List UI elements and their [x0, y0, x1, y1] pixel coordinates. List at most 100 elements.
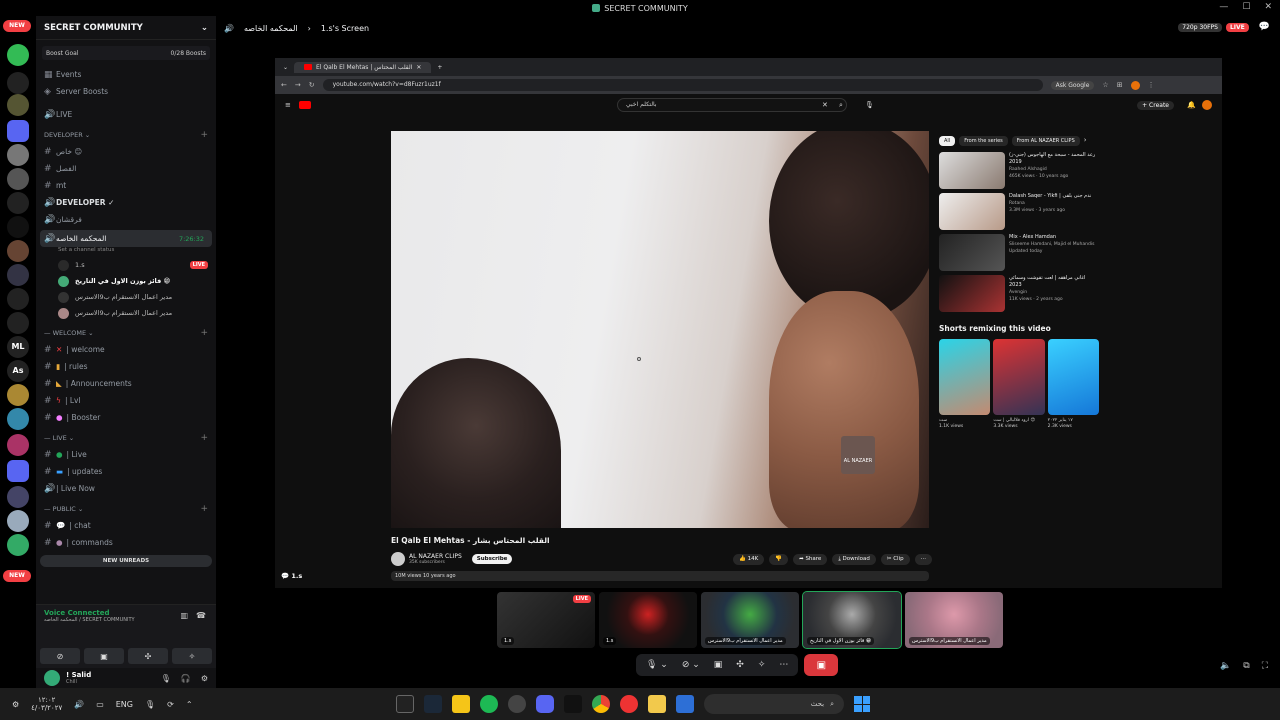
- clip-button[interactable]: ✂ Clip: [880, 554, 910, 565]
- hamburger-icon[interactable]: ≡: [285, 101, 291, 109]
- server-icon[interactable]: [7, 534, 29, 556]
- file-explorer-icon[interactable]: [648, 695, 666, 713]
- server-icon[interactable]: [7, 168, 29, 190]
- more-options-icon[interactable]: ⋯: [779, 660, 788, 670]
- chrome-icon[interactable]: [592, 695, 610, 713]
- sidebar-item-server-boosts[interactable]: ◈ Server Boosts: [36, 83, 216, 100]
- participant-tile[interactable]: فائز بوزن الاول في التاريخ 😁: [802, 591, 902, 649]
- add-channel-icon[interactable]: +: [200, 130, 208, 140]
- server-icon[interactable]: [7, 460, 29, 482]
- gear-icon[interactable]: ⚙: [201, 674, 208, 683]
- voice-channel-developer[interactable]: 🔊 DEVELOPER ✓: [36, 194, 216, 211]
- server-icon[interactable]: [7, 216, 29, 238]
- channel-item[interactable]: # ▮ | rules: [36, 358, 216, 375]
- new-unreads-button[interactable]: NEW UNREADS: [40, 555, 212, 567]
- chevron-right-icon[interactable]: ›: [1084, 136, 1087, 146]
- browser-tab[interactable]: El Qalb El Mehtas | القلب المحتاس ✕: [294, 61, 432, 73]
- server-icon[interactable]: [7, 510, 29, 532]
- channel-item[interactable]: # الفصل: [36, 160, 216, 177]
- volume-icon[interactable]: 🔊: [74, 700, 84, 709]
- share-screen-button[interactable]: ▣: [84, 648, 124, 664]
- server-icon[interactable]: [7, 240, 29, 262]
- participant-tile[interactable]: مدير اعمال الانستقرام ب9الاسترس: [905, 592, 1003, 648]
- forward-icon[interactable]: →: [295, 81, 301, 89]
- channel-avatar[interactable]: [391, 552, 405, 566]
- subscribe-button[interactable]: Subscribe: [471, 554, 513, 564]
- channel-item[interactable]: # خاص 😊: [36, 143, 216, 160]
- address-bar[interactable]: youtube.com/watch?v=d8Fuzr1uz1f: [322, 79, 1043, 91]
- camera-off-icon[interactable]: ⊘ ⌄: [682, 660, 700, 670]
- microphone-icon[interactable]: 🎙: [145, 700, 155, 709]
- bookmark-icon[interactable]: ☆: [1102, 81, 1108, 89]
- signal-icon[interactable]: ▥: [180, 611, 188, 620]
- voice-channel-live[interactable]: 🔊 LIVE: [36, 106, 216, 123]
- popout-icon[interactable]: ⧉: [1243, 661, 1249, 671]
- server-header[interactable]: SECRET COMMUNITY ⌄: [36, 16, 216, 40]
- channel-item[interactable]: # ● | commands: [36, 534, 216, 551]
- activities-icon[interactable]: ✣: [736, 660, 744, 670]
- short-thumbnail[interactable]: [1047, 339, 1099, 415]
- taskbar-search[interactable]: بحث ⌕: [704, 694, 844, 714]
- create-button[interactable]: + Create: [1137, 100, 1174, 110]
- leave-stream-button[interactable]: ▣: [804, 654, 839, 676]
- username[interactable]: ! Salid: [66, 671, 91, 679]
- server-icon[interactable]: [7, 384, 29, 406]
- recommendation-item[interactable]: اغاني مراهقه | لعت تقوشت وسمائي 2023 Aven…: [939, 275, 1099, 316]
- soundboard-icon[interactable]: ✧: [758, 660, 766, 670]
- more-actions-button[interactable]: ⋯: [914, 554, 933, 565]
- obs-icon[interactable]: [508, 695, 526, 713]
- back-icon[interactable]: ←: [281, 81, 287, 89]
- fullscreen-icon[interactable]: ⛶: [1262, 661, 1268, 671]
- volume-icon[interactable]: 🔈: [1220, 661, 1231, 671]
- chat-icon[interactable]: 💬: [1259, 22, 1270, 32]
- server-icon-ml[interactable]: ML: [7, 336, 29, 358]
- clear-search-icon[interactable]: ✕: [822, 101, 828, 109]
- server-icon[interactable]: [7, 486, 29, 508]
- voice-user[interactable]: مدير اعمال الانستقرام ب9الاسترس: [36, 289, 216, 305]
- app-icon[interactable]: [676, 695, 694, 713]
- new-tab-icon[interactable]: +: [437, 64, 442, 71]
- clock[interactable]: ١٢:٠٢ ٤/٠٣/٢٠٢٧: [31, 696, 62, 712]
- youtube-logo[interactable]: [298, 101, 311, 109]
- youtube-search-input[interactable]: بالتكلم اخبي: [617, 98, 847, 112]
- activities-button[interactable]: ✣: [128, 648, 168, 664]
- app-icon[interactable]: [564, 695, 582, 713]
- headphones-icon[interactable]: 🎧: [181, 674, 191, 683]
- share-button[interactable]: ➦ Share: [793, 554, 828, 565]
- channel-item[interactable]: # ◣ | Announcements: [36, 375, 216, 392]
- settings-icon[interactable]: ⚙: [12, 700, 19, 709]
- sidebar-item-events[interactable]: ▦ Events: [36, 66, 216, 83]
- close-tab-icon[interactable]: ✕: [416, 64, 421, 71]
- epic-games-icon[interactable]: [396, 695, 414, 713]
- recommendation-item[interactable]: رعد المحمد - سبحة مع الهاجوس (جني-ز) 201…: [939, 152, 1099, 193]
- sync-icon[interactable]: ⟳: [167, 700, 174, 709]
- boost-goal[interactable]: Boost Goal 0/28 Boosts: [42, 46, 210, 60]
- server-icon[interactable]: [7, 408, 29, 430]
- notifications-icon[interactable]: 🔔: [1187, 101, 1196, 109]
- reload-icon[interactable]: ↻: [309, 81, 315, 89]
- add-channel-icon[interactable]: +: [200, 328, 208, 338]
- dislike-button[interactable]: 👎: [769, 554, 789, 565]
- screen-share-icon[interactable]: ▣: [714, 660, 723, 670]
- close-window-button[interactable]: ✕: [1264, 2, 1272, 12]
- recommendation-item[interactable]: Dalash Saqer - Yikfi | ندم جنى بلقى Rotan…: [939, 193, 1099, 234]
- chip-all[interactable]: All: [939, 136, 956, 146]
- category-developer[interactable]: DEVELOPER ⌄ +: [36, 127, 216, 143]
- microphone-icon[interactable]: 🎙 ⌄: [646, 660, 668, 670]
- server-icon[interactable]: [7, 434, 29, 456]
- recommendation-item[interactable]: Mix - Alex Hamdan Sliseeme Hamdani, Majid…: [939, 234, 1099, 275]
- account-avatar[interactable]: [1202, 100, 1212, 110]
- chip-from-channel[interactable]: From AL NAZAER CLIPS: [1011, 136, 1080, 146]
- discord-icon[interactable]: [536, 695, 554, 713]
- short-thumbnail[interactable]: [939, 339, 991, 415]
- profile-avatar[interactable]: [1130, 80, 1140, 90]
- channel-status[interactable]: Set a channel status: [36, 247, 216, 257]
- server-icon[interactable]: [7, 72, 29, 94]
- add-channel-icon[interactable]: +: [200, 504, 208, 514]
- participant-tile[interactable]: مدير اعمال الانستقرام ب9الاسترس: [701, 592, 799, 648]
- spotify-icon[interactable]: [480, 695, 498, 713]
- participant-tile[interactable]: 1.s: [599, 592, 697, 648]
- channel-item[interactable]: # ● | Live: [36, 446, 216, 463]
- server-icon[interactable]: [7, 44, 29, 66]
- short-thumbnail[interactable]: [993, 339, 1045, 415]
